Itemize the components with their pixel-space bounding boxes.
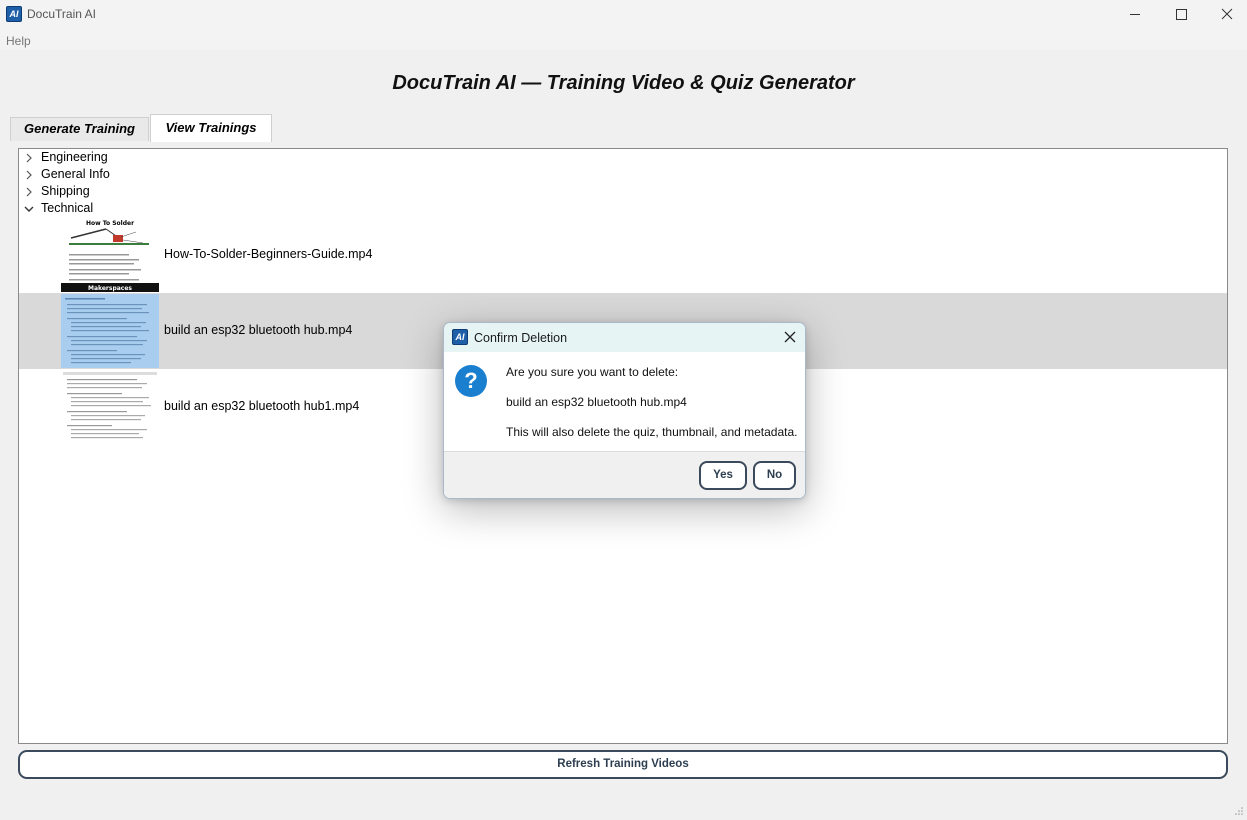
close-icon[interactable] [782, 329, 798, 345]
video-label: build an esp32 bluetooth hub1.mp4 [164, 399, 360, 413]
menu-bar: Help [0, 30, 1247, 50]
maximize-button[interactable] [1158, 0, 1204, 30]
minimize-icon [1130, 14, 1140, 15]
no-button[interactable]: No [753, 461, 796, 490]
maximize-icon [1176, 9, 1187, 20]
dialog-message-line1: Are you sure you want to delete: [506, 365, 679, 379]
app-logo-icon: AI [452, 329, 468, 345]
window-titlebar: AI DocuTrain AI [0, 0, 1247, 30]
confirm-deletion-dialog: AI Confirm Deletion ? Are you sure you w… [443, 322, 806, 499]
tree-category-engineering[interactable]: Engineering [26, 149, 108, 166]
minimize-button[interactable] [1112, 0, 1158, 30]
dialog-titlebar: AI Confirm Deletion [444, 323, 805, 352]
dialog-message-line3: This will also delete the quiz, thumbnai… [506, 425, 798, 439]
tree-category-technical[interactable]: Technical [24, 200, 94, 217]
close-window-button[interactable] [1203, 0, 1247, 30]
dialog-message-filename: build an esp32 bluetooth hub.mp4 [506, 395, 687, 409]
thumb-footer: Makerspaces [88, 285, 132, 292]
video-item-solder[interactable]: How To Solder Makerspaces How-To-Solder-… [19, 217, 1227, 293]
video-label: How-To-Solder-Beginners-Guide.mp4 [164, 247, 373, 261]
tree-category-general-info[interactable]: General Info [26, 166, 110, 183]
dialog-title: Confirm Deletion [474, 331, 568, 345]
app-logo-icon: AI [6, 6, 22, 22]
tab-view-trainings[interactable]: View Trainings [150, 114, 272, 142]
tree-category-label: Technical [41, 201, 94, 215]
chevron-right-icon[interactable] [24, 153, 34, 163]
page-title: DocuTrain AI — Training Video & Quiz Gen… [392, 72, 855, 94]
question-icon: ? [455, 365, 487, 397]
refresh-training-videos-button[interactable]: Refresh Training Videos [18, 750, 1228, 779]
tab-generate-training[interactable]: Generate Training [10, 117, 149, 141]
window-title: DocuTrain AI [27, 7, 96, 21]
tree-category-shipping[interactable]: Shipping [26, 183, 90, 200]
video-label: build an esp32 bluetooth hub.mp4 [164, 323, 353, 337]
yes-button[interactable]: Yes [699, 461, 747, 490]
video-thumbnail: How To Solder Makerspaces [61, 218, 159, 292]
dialog-body: ? Are you sure you want to delete: build… [444, 352, 805, 451]
video-thumbnail [61, 294, 159, 368]
chevron-down-icon[interactable] [24, 204, 34, 214]
chevron-right-icon[interactable] [24, 187, 34, 197]
video-thumbnail [61, 370, 159, 444]
thumb-title: How To Solder [86, 220, 134, 227]
chevron-right-icon[interactable] [24, 170, 34, 180]
menu-help[interactable]: Help [6, 34, 31, 48]
tree-category-label: Engineering [41, 150, 108, 164]
resize-grip-icon[interactable] [1234, 806, 1244, 816]
tree-category-label: Shipping [41, 184, 90, 198]
tree-category-label: General Info [41, 167, 110, 181]
dialog-footer: Yes No [444, 451, 805, 498]
close-icon [1221, 8, 1233, 20]
